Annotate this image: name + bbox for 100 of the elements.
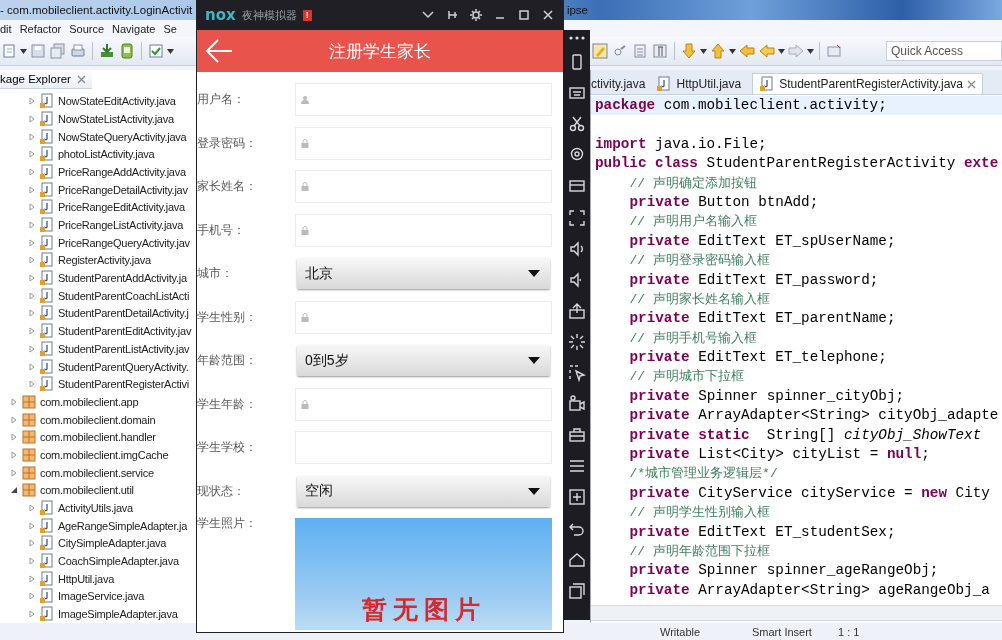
collapsed-arrow-icon[interactable] bbox=[28, 114, 36, 123]
tree-item[interactable]: ImageSimpleAdapter.java bbox=[58, 608, 178, 621]
tree-item[interactable]: photoListActivity.java bbox=[58, 148, 155, 161]
upload-icon[interactable] bbox=[567, 301, 586, 320]
collapsed-arrow-icon[interactable] bbox=[28, 344, 36, 353]
collapsed-arrow-icon[interactable] bbox=[28, 592, 36, 601]
input-field[interactable] bbox=[295, 213, 552, 247]
save-all-icon[interactable] bbox=[50, 43, 66, 59]
tree-item[interactable]: PriceRangeQueryActivity.jav bbox=[58, 236, 190, 249]
tree-item[interactable]: CoachSimpleAdapter.java bbox=[58, 555, 179, 568]
tree-item[interactable]: StudentParentRegisterActivi bbox=[58, 378, 189, 391]
tree-item[interactable]: CitySimpleAdapter.java bbox=[58, 537, 167, 550]
download-icon[interactable] bbox=[99, 43, 115, 59]
menu-item[interactable]: Se bbox=[163, 22, 177, 35]
collapsed-arrow-icon[interactable] bbox=[28, 97, 36, 106]
highlighter-icon[interactable] bbox=[592, 43, 608, 59]
horizontal-scrollbar[interactable] bbox=[591, 605, 1002, 621]
collapsed-arrow-icon[interactable] bbox=[10, 415, 18, 424]
collapsed-arrow-icon[interactable] bbox=[28, 504, 36, 513]
tree-item[interactable]: RegisterActivity.java bbox=[58, 254, 151, 267]
dropdown[interactable]: 空闲 bbox=[297, 475, 550, 507]
checkbox-icon[interactable] bbox=[148, 43, 164, 59]
tree-item[interactable]: ImageService.java bbox=[58, 590, 145, 603]
collapsed-arrow-icon[interactable] bbox=[28, 185, 36, 194]
home-icon[interactable] bbox=[567, 550, 586, 569]
tree-item[interactable]: com.mobileclient.imgCache bbox=[40, 448, 169, 461]
maximize-icon[interactable] bbox=[517, 8, 531, 22]
input-field[interactable] bbox=[295, 83, 552, 116]
tree-item[interactable]: StudentParentAddActivity.ja bbox=[58, 272, 187, 285]
collapsed-arrow-icon[interactable] bbox=[28, 610, 36, 619]
menu-item[interactable]: Source bbox=[69, 22, 105, 35]
volume-up-icon[interactable] bbox=[567, 239, 586, 258]
collapsed-arrow-icon[interactable] bbox=[10, 450, 18, 459]
tree-item[interactable]: NowStateEditActivity.java bbox=[58, 95, 176, 108]
collapsed-arrow-icon[interactable] bbox=[28, 274, 36, 283]
menu-item[interactable]: Refactor bbox=[19, 22, 62, 35]
tree-item[interactable]: com.mobileclient.domain bbox=[40, 413, 156, 426]
collapsed-arrow-icon[interactable] bbox=[10, 397, 18, 406]
close-icon[interactable] bbox=[541, 8, 555, 22]
caret-icon[interactable] bbox=[20, 48, 27, 54]
editor-tab[interactable]: HttpUtil.java bbox=[656, 74, 749, 94]
tree-item[interactable]: AgeRangeSimpleAdapter.ja bbox=[58, 519, 188, 532]
tree-item[interactable]: StudentParentListActivity.jav bbox=[58, 342, 190, 355]
collapsed-arrow-icon[interactable] bbox=[28, 521, 36, 530]
recents-icon[interactable] bbox=[567, 581, 586, 600]
toolbox-icon[interactable] bbox=[567, 426, 586, 445]
tree-item[interactable]: NowStateListActivity.java bbox=[58, 112, 174, 125]
tree-item[interactable]: StudentParentEditActivity.jav bbox=[58, 325, 192, 338]
caret-icon[interactable] bbox=[807, 48, 814, 54]
back-arrow-icon[interactable] bbox=[205, 39, 233, 63]
collapsed-arrow-icon[interactable] bbox=[28, 132, 36, 141]
caret-icon[interactable] bbox=[700, 48, 707, 54]
more-icon[interactable] bbox=[568, 36, 585, 40]
collapsed-arrow-icon[interactable] bbox=[28, 380, 36, 389]
settings-icon[interactable] bbox=[469, 8, 483, 22]
print-icon[interactable] bbox=[70, 43, 86, 59]
input-field[interactable] bbox=[295, 300, 552, 334]
dropdown[interactable]: 北京 bbox=[297, 258, 550, 289]
collapsed-arrow-icon[interactable] bbox=[28, 362, 36, 371]
tree-item[interactable]: PriceRangeEditActivity.java bbox=[58, 201, 185, 214]
collapsed-arrow-icon[interactable] bbox=[10, 468, 18, 477]
tree-item[interactable]: StudentParentQueryActivity. bbox=[58, 360, 189, 373]
tree-item[interactable]: StudentParentDetailActivity.j bbox=[58, 307, 189, 320]
tree-item[interactable]: com.mobileclient.service bbox=[40, 466, 154, 479]
tree-item[interactable]: com.mobileclient.util bbox=[40, 484, 134, 497]
tree-item[interactable]: HttpUtil.java bbox=[58, 572, 115, 585]
pin-icon[interactable] bbox=[445, 8, 459, 22]
tree-item[interactable]: com.mobileclient.handler bbox=[40, 431, 156, 444]
tree-item[interactable]: PriceRangeAddActivity.java bbox=[58, 165, 186, 178]
quick-access-field[interactable]: Quick Access bbox=[886, 41, 1002, 61]
caret-icon[interactable] bbox=[778, 48, 785, 54]
caret-icon[interactable] bbox=[729, 48, 736, 54]
tree-item[interactable]: com.mobileclient.app bbox=[40, 395, 139, 408]
collapsed-arrow-icon[interactable] bbox=[28, 574, 36, 583]
expanded-arrow-icon[interactable] bbox=[10, 486, 18, 495]
collapsed-arrow-icon[interactable] bbox=[28, 167, 36, 176]
menu-item[interactable]: Navigate bbox=[112, 22, 156, 35]
collapsed-arrow-icon[interactable] bbox=[28, 203, 36, 212]
scissors-icon[interactable] bbox=[567, 115, 586, 134]
tree-item[interactable]: StudentParentCoachListActi bbox=[58, 289, 190, 302]
dropdown[interactable]: 0到5岁 bbox=[297, 345, 550, 376]
tree-item[interactable]: PriceRangeListActivity.java bbox=[58, 219, 184, 232]
fullscreen-icon[interactable] bbox=[567, 208, 586, 227]
collapsed-arrow-icon[interactable] bbox=[28, 309, 36, 318]
editor-tab[interactable]: ctivity.java bbox=[591, 74, 653, 94]
tree-item[interactable]: PriceRangeDetailActivity.jav bbox=[58, 183, 188, 196]
loading-icon[interactable] bbox=[567, 332, 586, 351]
menu-item[interactable]: dit bbox=[0, 22, 12, 35]
collapsed-arrow-icon[interactable] bbox=[28, 256, 36, 265]
collapsed-arrow-icon[interactable] bbox=[28, 150, 36, 159]
paragraph-icon[interactable] bbox=[652, 43, 668, 59]
macro-icon[interactable] bbox=[567, 364, 586, 383]
caret-icon[interactable] bbox=[167, 48, 174, 54]
input-field[interactable] bbox=[295, 170, 552, 203]
alert-badge[interactable]: ! bbox=[302, 9, 312, 21]
collapsed-arrow-icon[interactable] bbox=[28, 327, 36, 336]
collapsed-arrow-icon[interactable] bbox=[28, 221, 36, 230]
device-icon[interactable] bbox=[119, 43, 135, 59]
list-icon[interactable] bbox=[632, 43, 648, 59]
tree-item[interactable]: NowStateQueryActivity.java bbox=[58, 130, 187, 143]
